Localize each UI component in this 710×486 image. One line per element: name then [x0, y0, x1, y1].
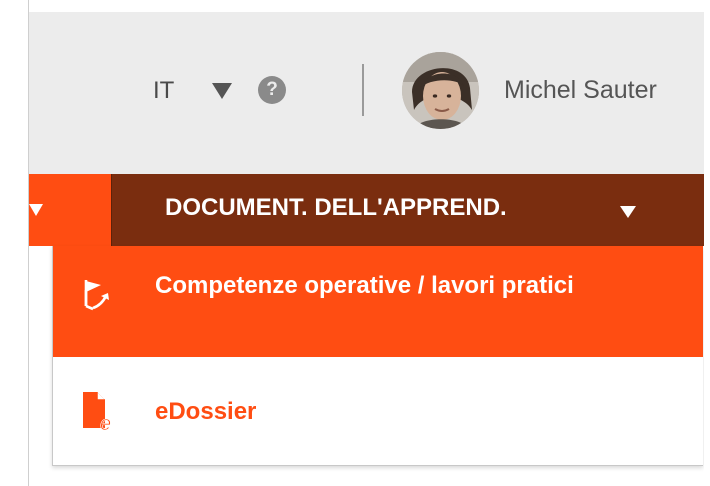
menu-item-edossier[interactable]: e eDossier — [53, 357, 703, 465]
menu-item-label: eDossier — [155, 398, 257, 425]
screenshot-frame: IT ? Michel Sauter DOCUMENT. DELL'APPREN… — [0, 0, 710, 486]
left-margin — [0, 0, 29, 486]
right-margin — [704, 0, 710, 486]
menu-item-label: Competenze operative / lavori pratici — [155, 272, 574, 299]
chevron-down-icon — [620, 206, 636, 218]
avatar-photo-icon — [402, 52, 479, 129]
menu-item-competenze-operative[interactable]: Competenze operative / lavori pratici — [53, 246, 703, 357]
edossier-file-icon: e — [83, 392, 111, 432]
header-divider — [362, 64, 364, 116]
user-name[interactable]: Michel Sauter — [504, 74, 657, 106]
help-icon[interactable]: ? — [258, 76, 286, 104]
language-caret-icon[interactable] — [212, 83, 232, 99]
avatar[interactable] — [402, 52, 479, 129]
nav-prev-caret-icon[interactable] — [29, 204, 43, 216]
language-selector-label[interactable]: IT — [153, 76, 174, 106]
top-header: IT ? Michel Sauter — [29, 12, 704, 174]
nav-item-documentazione-apprendimento[interactable]: DOCUMENT. DELL'APPREND. — [111, 174, 704, 246]
nav-item-label: DOCUMENT. DELL'APPREND. — [165, 194, 507, 221]
flag-arrow-icon — [84, 280, 109, 311]
nav-dropdown-menu: Competenze operative / lavori pratici e … — [52, 246, 703, 466]
left-border-line — [28, 0, 29, 486]
top-margin — [0, 0, 710, 12]
svg-text:e: e — [100, 413, 111, 432]
